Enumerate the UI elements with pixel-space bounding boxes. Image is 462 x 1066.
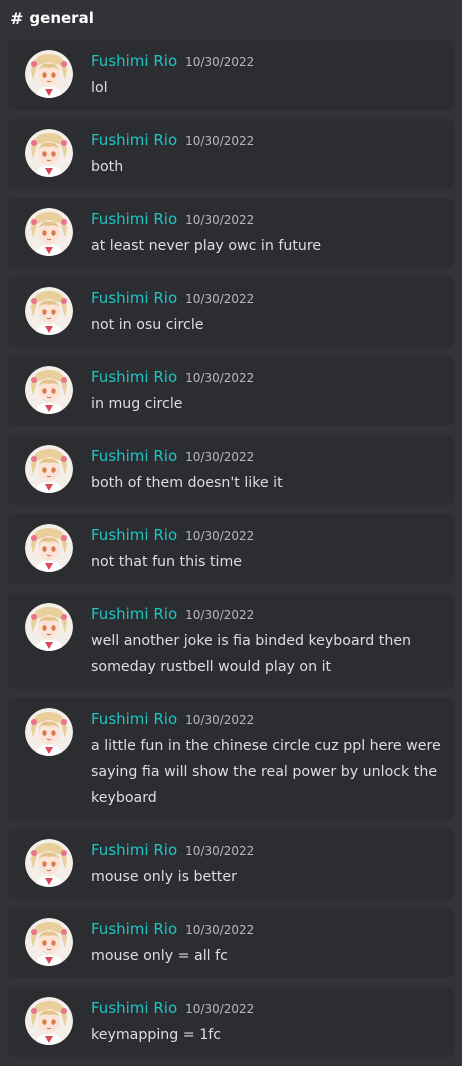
message-header: Fushimi Rio 10/30/2022 [91,526,254,544]
message-card: Fushimi Rio 10/30/2022 both [8,119,454,189]
username[interactable]: Fushimi Rio [91,526,177,544]
message-card: Fushimi Rio 10/30/2022 mouse only = all … [8,908,454,978]
message-text: not in osu circle [91,317,204,333]
message-text: a little fun in the chinese circle cuz p… [91,738,441,806]
message-text: at least never play owc in future [91,238,322,254]
timestamp: 10/30/2022 [185,713,255,727]
message-header: Fushimi Rio 10/30/2022 [91,920,254,938]
anime-avatar-icon [25,918,73,966]
anime-avatar-icon [25,524,73,572]
message-card: Fushimi Rio 10/30/2022 mouse only is bet… [8,829,454,899]
message-header: Fushimi Rio 10/30/2022 [91,368,254,386]
message-text: not that fun this time [91,554,243,570]
message-header: Fushimi Rio 10/30/2022 [91,52,254,70]
username[interactable]: Fushimi Rio [91,920,177,938]
message-card: Fushimi Rio 10/30/2022 lol [8,40,454,110]
message-card: Fushimi Rio 10/30/2022 both of them does… [8,435,454,505]
message-text: mouse only = all fc [91,948,228,964]
message-header: Fushimi Rio 10/30/2022 [91,210,254,228]
hash-icon: # [10,8,24,28]
message-header: Fushimi Rio 10/30/2022 [91,710,254,728]
channel-header: # general [0,0,462,36]
timestamp: 10/30/2022 [185,134,255,148]
message-list: Fushimi Rio 10/30/2022 lol Fushimi Rio 1… [8,40,454,1066]
avatar[interactable] [25,524,73,572]
message-text: well another joke is fia binded keyboard… [91,633,412,675]
timestamp: 10/30/2022 [185,923,255,937]
username[interactable]: Fushimi Rio [91,368,177,386]
avatar[interactable] [25,366,73,414]
message-header: Fushimi Rio 10/30/2022 [91,447,254,465]
username[interactable]: Fushimi Rio [91,447,177,465]
anime-avatar-icon [25,708,73,756]
message-text: both of them doesn't like it [91,475,283,491]
anime-avatar-icon [25,208,73,256]
anime-avatar-icon [25,287,73,335]
avatar[interactable] [25,50,73,98]
username[interactable]: Fushimi Rio [91,210,177,228]
channel-name: general [29,9,94,27]
username[interactable]: Fushimi Rio [91,999,177,1017]
username[interactable]: Fushimi Rio [91,841,177,859]
message-header: Fushimi Rio 10/30/2022 [91,605,254,623]
message-header: Fushimi Rio 10/30/2022 [91,289,254,307]
avatar[interactable] [25,708,73,756]
anime-avatar-icon [25,50,73,98]
message-header: Fushimi Rio 10/30/2022 [91,841,254,859]
timestamp: 10/30/2022 [185,608,255,622]
timestamp: 10/30/2022 [185,55,255,69]
message-card: Fushimi Rio 10/30/2022 not in osu circle [8,277,454,347]
timestamp: 10/30/2022 [185,213,255,227]
message-card: Fushimi Rio 10/30/2022 a little fun in t… [8,698,454,820]
message-card: Fushimi Rio 10/30/2022 well another joke… [8,593,454,689]
message-header: Fushimi Rio 10/30/2022 [91,131,254,149]
avatar[interactable] [25,603,73,651]
username[interactable]: Fushimi Rio [91,605,177,623]
username[interactable]: Fushimi Rio [91,710,177,728]
message-card: Fushimi Rio 10/30/2022 in mug circle [8,356,454,426]
avatar[interactable] [25,839,73,887]
avatar[interactable] [25,129,73,177]
anime-avatar-icon [25,129,73,177]
avatar[interactable] [25,287,73,335]
anime-avatar-icon [25,445,73,493]
message-text: lol [91,80,108,96]
username[interactable]: Fushimi Rio [91,52,177,70]
timestamp: 10/30/2022 [185,371,255,385]
message-card: Fushimi Rio 10/30/2022 keymapping = 1fc [8,987,454,1057]
message-card: Fushimi Rio 10/30/2022 at least never pl… [8,198,454,268]
timestamp: 10/30/2022 [185,1002,255,1016]
message-text: in mug circle [91,396,183,412]
username[interactable]: Fushimi Rio [91,131,177,149]
message-text: keymapping = 1fc [91,1027,222,1043]
avatar[interactable] [25,208,73,256]
timestamp: 10/30/2022 [185,844,255,858]
username[interactable]: Fushimi Rio [91,289,177,307]
message-text: both [91,159,124,175]
timestamp: 10/30/2022 [185,529,255,543]
anime-avatar-icon [25,603,73,651]
message-card: Fushimi Rio 10/30/2022 not that fun this… [8,514,454,584]
anime-avatar-icon [25,366,73,414]
timestamp: 10/30/2022 [185,450,255,464]
message-header: Fushimi Rio 10/30/2022 [91,999,254,1017]
avatar[interactable] [25,445,73,493]
timestamp: 10/30/2022 [185,292,255,306]
anime-avatar-icon [25,839,73,887]
message-text: mouse only is better [91,869,237,885]
avatar[interactable] [25,918,73,966]
